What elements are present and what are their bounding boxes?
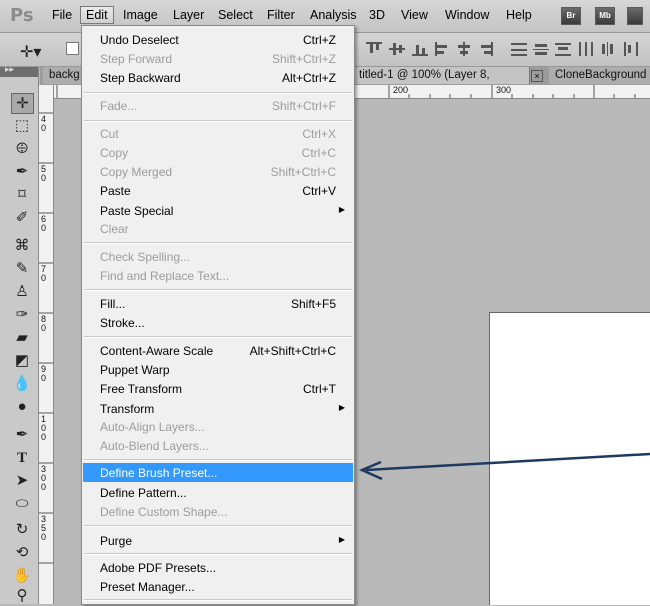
annotation-arrow (358, 452, 650, 481)
